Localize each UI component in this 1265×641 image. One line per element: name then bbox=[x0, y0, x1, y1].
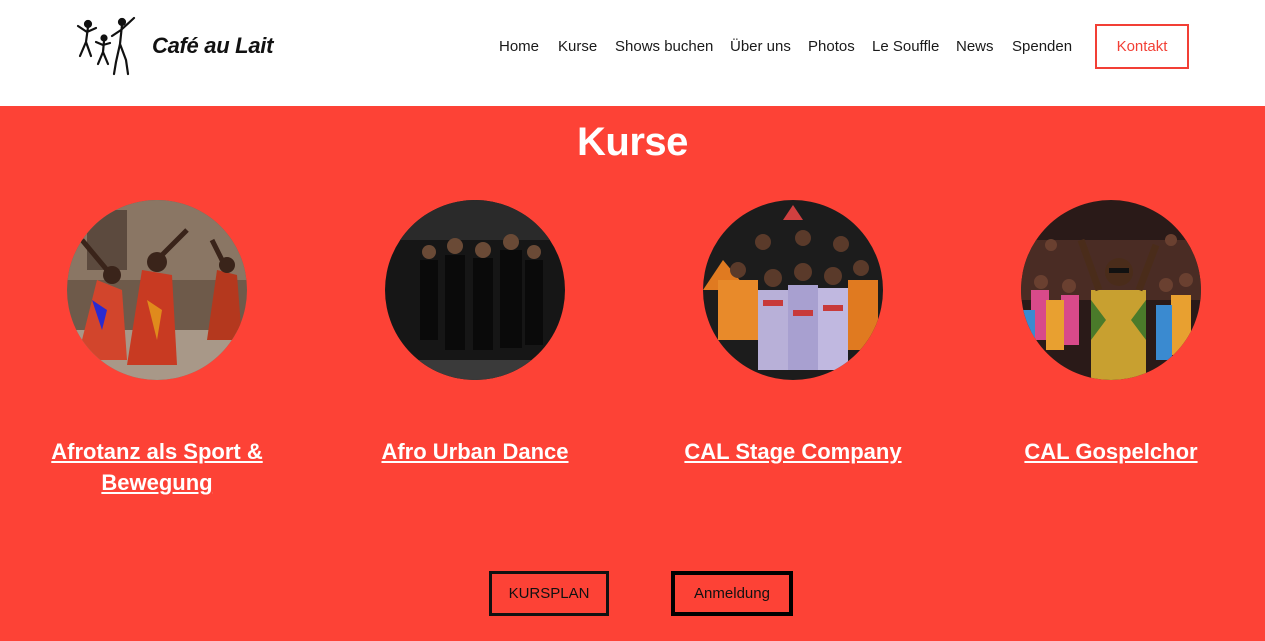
afro-urban-dance-photo[interactable] bbox=[385, 200, 565, 380]
course-link-afrotanz[interactable]: Afrotanz als Sport & Bewegung bbox=[37, 436, 277, 498]
course-link-gospelchor[interactable]: CAL Gospelchor bbox=[991, 436, 1231, 467]
dancers-logo-icon[interactable] bbox=[76, 16, 138, 78]
afrotanz-photo[interactable] bbox=[67, 200, 247, 380]
nav-item-photos[interactable]: Photos bbox=[808, 38, 855, 55]
section-title: Kurse bbox=[577, 120, 688, 164]
gospelchor-photo[interactable] bbox=[1021, 200, 1201, 380]
course-link-stage-company[interactable]: CAL Stage Company bbox=[673, 436, 913, 467]
course-link-afro-urban[interactable]: Afro Urban Dance bbox=[355, 436, 595, 467]
brand-name[interactable]: Café au Lait bbox=[152, 33, 273, 59]
nav-item-news[interactable]: News bbox=[956, 38, 994, 55]
nav-item-le-souffle[interactable]: Le Souffle bbox=[872, 38, 939, 55]
nav-item-spenden[interactable]: Spenden bbox=[1012, 38, 1072, 55]
nav-item-ueber-uns[interactable]: Über uns bbox=[730, 38, 791, 55]
stage-company-photo[interactable] bbox=[703, 200, 883, 380]
nav-item-kurse[interactable]: Kurse bbox=[558, 38, 597, 55]
nav-item-shows-buchen[interactable]: Shows buchen bbox=[615, 38, 713, 55]
kontakt-button[interactable]: Kontakt bbox=[1095, 24, 1189, 69]
nav-item-home[interactable]: Home bbox=[499, 38, 539, 55]
kursplan-button[interactable]: KURSPLAN bbox=[489, 571, 609, 616]
anmeldung-button[interactable]: Anmeldung bbox=[671, 571, 793, 616]
site-header: Café au Lait Home Kurse Shows buchen Übe… bbox=[0, 0, 1265, 106]
kurse-section: Kurse Afrotanz als Sport & Bewegung Afro… bbox=[0, 106, 1265, 641]
